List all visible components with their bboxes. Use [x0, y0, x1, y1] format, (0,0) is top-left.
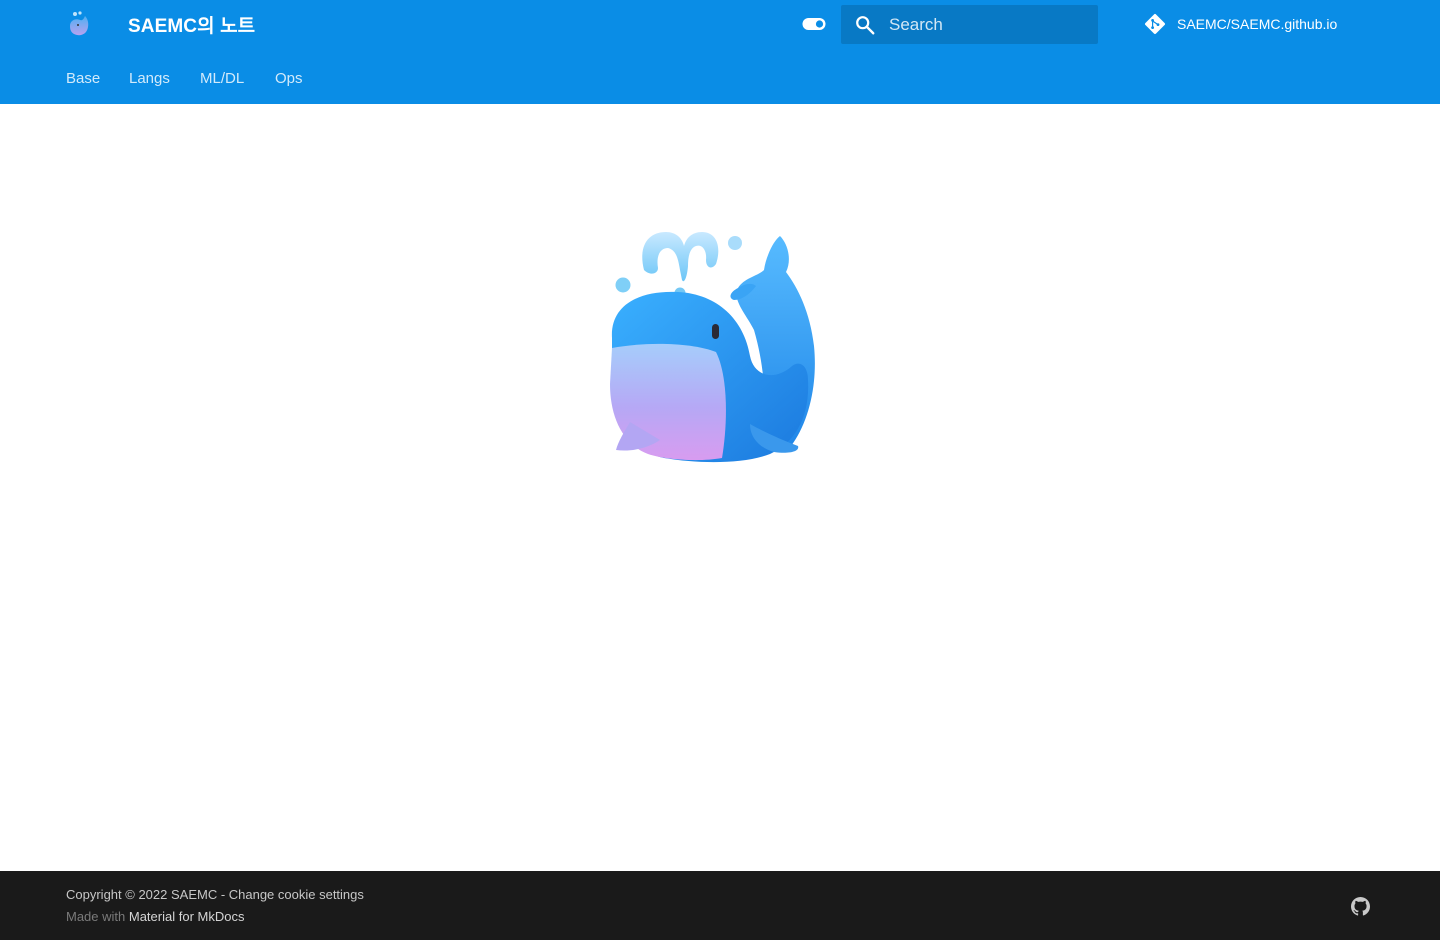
whale-logo-icon[interactable] — [66, 10, 92, 38]
made-with: Made with Material for MkDocs — [66, 909, 244, 924]
search-icon[interactable] — [854, 14, 876, 36]
search-box[interactable] — [841, 5, 1098, 44]
header: SAEMC의 노트 SAEMC/SAEMC.github.io — [0, 0, 1440, 48]
material-for-mkdocs-link[interactable]: Material for MkDocs — [129, 909, 245, 924]
search-input[interactable] — [889, 5, 1089, 44]
copyright-text: Copyright © 2022 SAEMC - Change cookie s… — [66, 887, 364, 902]
git-icon — [1145, 14, 1165, 34]
repo-link[interactable]: SAEMC/SAEMC.github.io — [1143, 12, 1337, 36]
toggle-switch-icon[interactable] — [802, 17, 826, 31]
made-with-prefix: Made with — [66, 909, 126, 924]
github-icon[interactable] — [1351, 897, 1370, 916]
spouting-whale-illustration — [610, 232, 815, 463]
repo-name: SAEMC/SAEMC.github.io — [1177, 16, 1338, 32]
tab-ml-dl[interactable]: ML/DL — [200, 70, 244, 87]
footer — [0, 871, 1440, 940]
site-title[interactable]: SAEMC의 노트 — [128, 11, 255, 38]
tab-ops[interactable]: Ops — [275, 70, 303, 87]
tab-base[interactable]: Base — [66, 70, 100, 87]
tab-langs[interactable]: Langs — [129, 70, 170, 87]
